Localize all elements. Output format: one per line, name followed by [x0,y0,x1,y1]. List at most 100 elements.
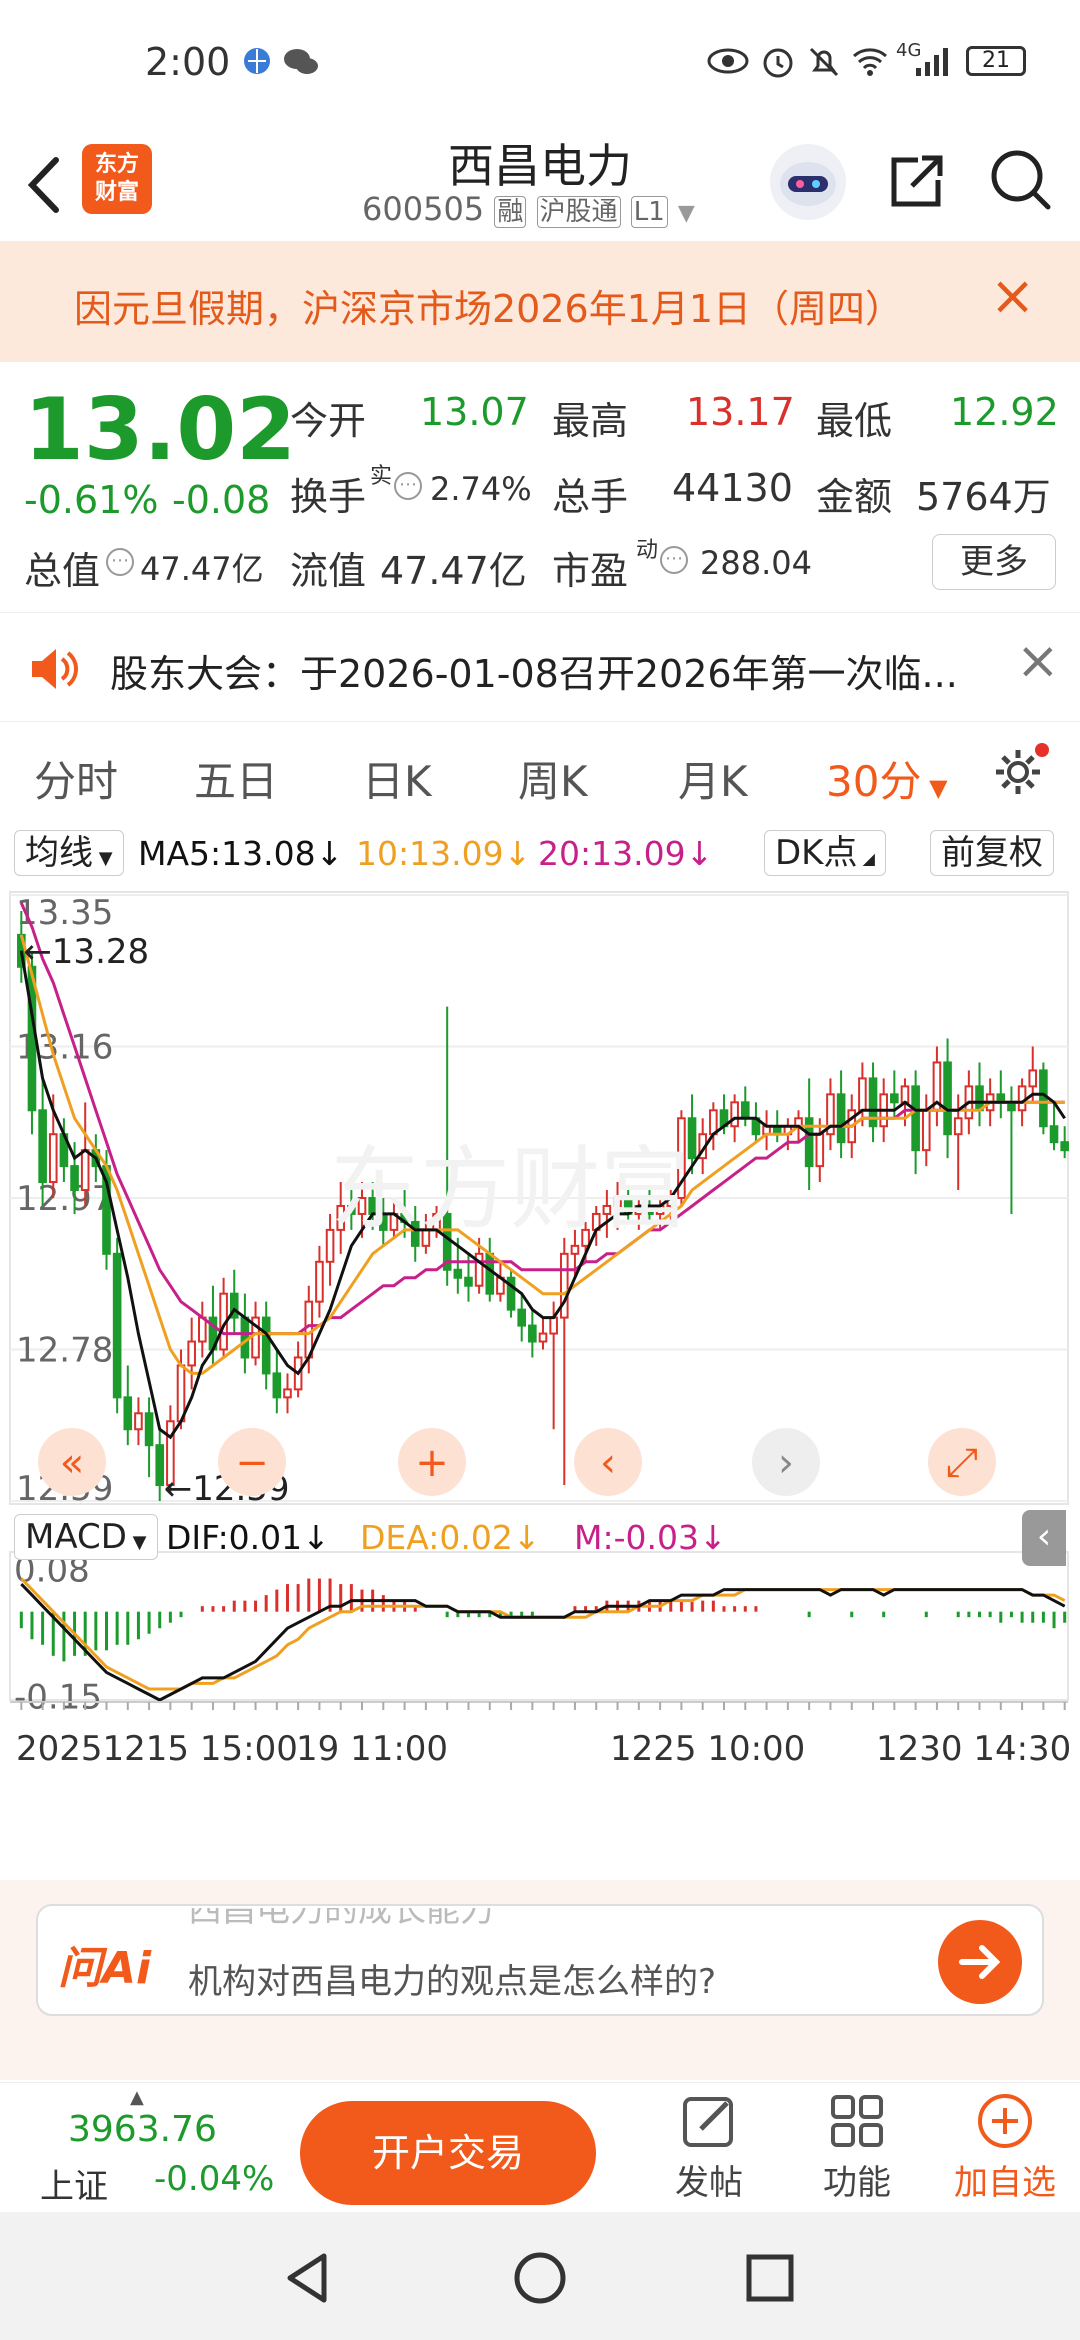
index-value[interactable]: 3963.76 [68,2109,217,2150]
search-icon [991,150,1051,210]
announcement-bar[interactable]: 股东大会：于2026-01-08召开2026年第一次临... × [0,612,1080,722]
tab-five-day[interactable]: 五日 [194,748,278,809]
trade-button[interactable]: 开户交易 [300,2101,596,2205]
m-legend: M:-0.03↓ [574,1518,727,1557]
chart-control-icon[interactable]: − [235,1440,269,1486]
caret-down-icon: ▼ [921,774,948,802]
dk-button[interactable]: DK点 ◢ [764,830,886,876]
chart-control-icon[interactable]: + [415,1440,449,1486]
ai-question: 机构对西昌电力的观点是怎么样的? [188,1962,717,2002]
watermark: 东方财富 [330,1137,690,1242]
ai-send-button[interactable] [938,1920,1022,2004]
holiday-notice[interactable]: 因元旦假期，沪深京市场2026年1月1日（周四） × [0,242,1080,362]
x-tick-label: 19 11:00 [296,1729,448,1769]
share-icon [891,155,943,207]
browser-icon [240,44,274,78]
ma20-value: 20:13.09 [538,834,686,873]
caret-up-icon[interactable]: ▲ [130,2087,144,2108]
candle-body [70,1165,79,1192]
info-icon[interactable]: ⋯ [106,548,134,576]
chart-control-icon[interactable]: « [60,1440,84,1486]
nav-home-icon[interactable] [512,2250,568,2306]
nav-recent-icon[interactable] [744,2252,796,2304]
announcement-close-icon[interactable]: × [1016,631,1060,691]
caret-down-icon: ▼ [126,1532,147,1553]
dif-line [20,1583,1066,1702]
candle-body [953,1117,963,1136]
change-value: -0.08 [172,478,271,522]
volume-label: 总手 [552,475,629,519]
status-time: 2:00 [145,40,231,84]
tab-30min[interactable]: 30分 ▼ [826,748,948,809]
candle-body [559,1252,569,1319]
candle-body [187,1340,196,1367]
robot-avatar[interactable] [770,144,846,220]
candle-body [1017,1085,1027,1112]
ma20-line [19,902,1065,1336]
settings-button[interactable] [990,740,1050,800]
mcap-value: 47.47亿 [140,550,264,588]
function-button[interactable]: 功能 [812,2091,902,2211]
ai-question-box[interactable]: 问Ai 西昌电力的成长能力 机构对西昌电力的观点是怎么样的? [36,1904,1044,2016]
info-icon[interactable]: ⋯ [660,546,688,574]
bottom-toolbar: ▲ 3963.76 上证 -0.04% 开户交易 发帖 功能 加自选 [0,2082,1080,2212]
low-label: 最低 [816,399,893,443]
index-name[interactable]: 上证 [40,2159,108,2208]
collapse-panel-icon[interactable]: ‹ [1022,1510,1066,1566]
badge-margin: 融 [494,196,527,228]
index-change[interactable]: -0.04% [154,2159,274,2199]
amount-value: 5764万 [916,475,1051,519]
tab-daily[interactable]: 日K [362,748,432,809]
candle-body [890,1093,899,1104]
tab-monthly[interactable]: 月K [678,748,748,809]
pe-sup: 动 [636,538,659,563]
candle-body [1039,1069,1048,1128]
status-bar: 2:00 4G 21 [0,0,1080,130]
info-icon[interactable]: ⋯ [394,472,422,500]
volume-value: 44130 [672,466,793,510]
add-watchlist-button[interactable]: 加自选 [950,2091,1060,2211]
chart-control-icon[interactable]: › [778,1440,794,1486]
back-button[interactable] [20,150,70,220]
eastmoney-logo[interactable]: 东方 财富 [82,144,152,214]
caret-down-icon: ▼ [93,848,113,869]
max-price-marker: ←13.28 [23,932,149,972]
post-button[interactable]: 发帖 [664,2091,754,2211]
edit-icon [683,2097,733,2147]
candle-body [921,1109,931,1152]
candle-body [1060,1141,1069,1152]
ma10-value: 10:13.09 [356,834,504,873]
logo-line-2: 财富 [94,180,139,205]
notice-close-icon[interactable]: × [990,264,1035,327]
chart-control-icon[interactable]: ⤢ [946,1440,978,1486]
speaker-icon [28,645,84,693]
nav-back-icon[interactable] [282,2250,332,2306]
candle-body [485,1252,495,1295]
function-label: 功能 [823,2163,891,2203]
announcement-text: 股东大会：于2026-01-08召开2026年第一次临... [110,652,958,696]
quote-panel: 13.02 -0.61% -0.08 总值 ⋯ 47.47亿 今开 13.07 … [0,362,1080,612]
more-button[interactable]: 更多 [932,534,1056,590]
share-button[interactable] [880,146,950,216]
adjust-button[interactable]: 前复权 [930,830,1054,876]
candle-body [538,1332,548,1343]
stock-code-row[interactable]: 600505 融 沪股通 L1 ▼ [362,190,695,230]
candle-body [261,1316,271,1375]
search-button[interactable] [985,144,1055,214]
candle-body [858,1077,867,1112]
mute-icon [806,44,840,78]
chart-control-icon[interactable]: ‹ [600,1440,616,1486]
candle-body [549,1316,558,1335]
last-price: 13.02 [24,380,297,480]
macd-selector[interactable]: MACD ▼ [14,1514,158,1560]
ma-selector[interactable]: 均线 ▼ [14,830,124,876]
candle-body [1049,1125,1059,1144]
change-pct: -0.61% [24,478,159,522]
kline-chart[interactable]: 13.3513.1612.9712.7812.59←13.28←12.59东方财… [0,880,1080,1880]
high-label: 最高 [552,399,629,443]
y-tick-label: 12.78 [16,1331,113,1371]
amount-label: 金额 [816,475,893,519]
tab-intraday[interactable]: 分时 [34,748,118,809]
tab-weekly[interactable]: 周K [518,748,588,809]
ma5-legend: MA5:13.08↓ [138,834,344,873]
